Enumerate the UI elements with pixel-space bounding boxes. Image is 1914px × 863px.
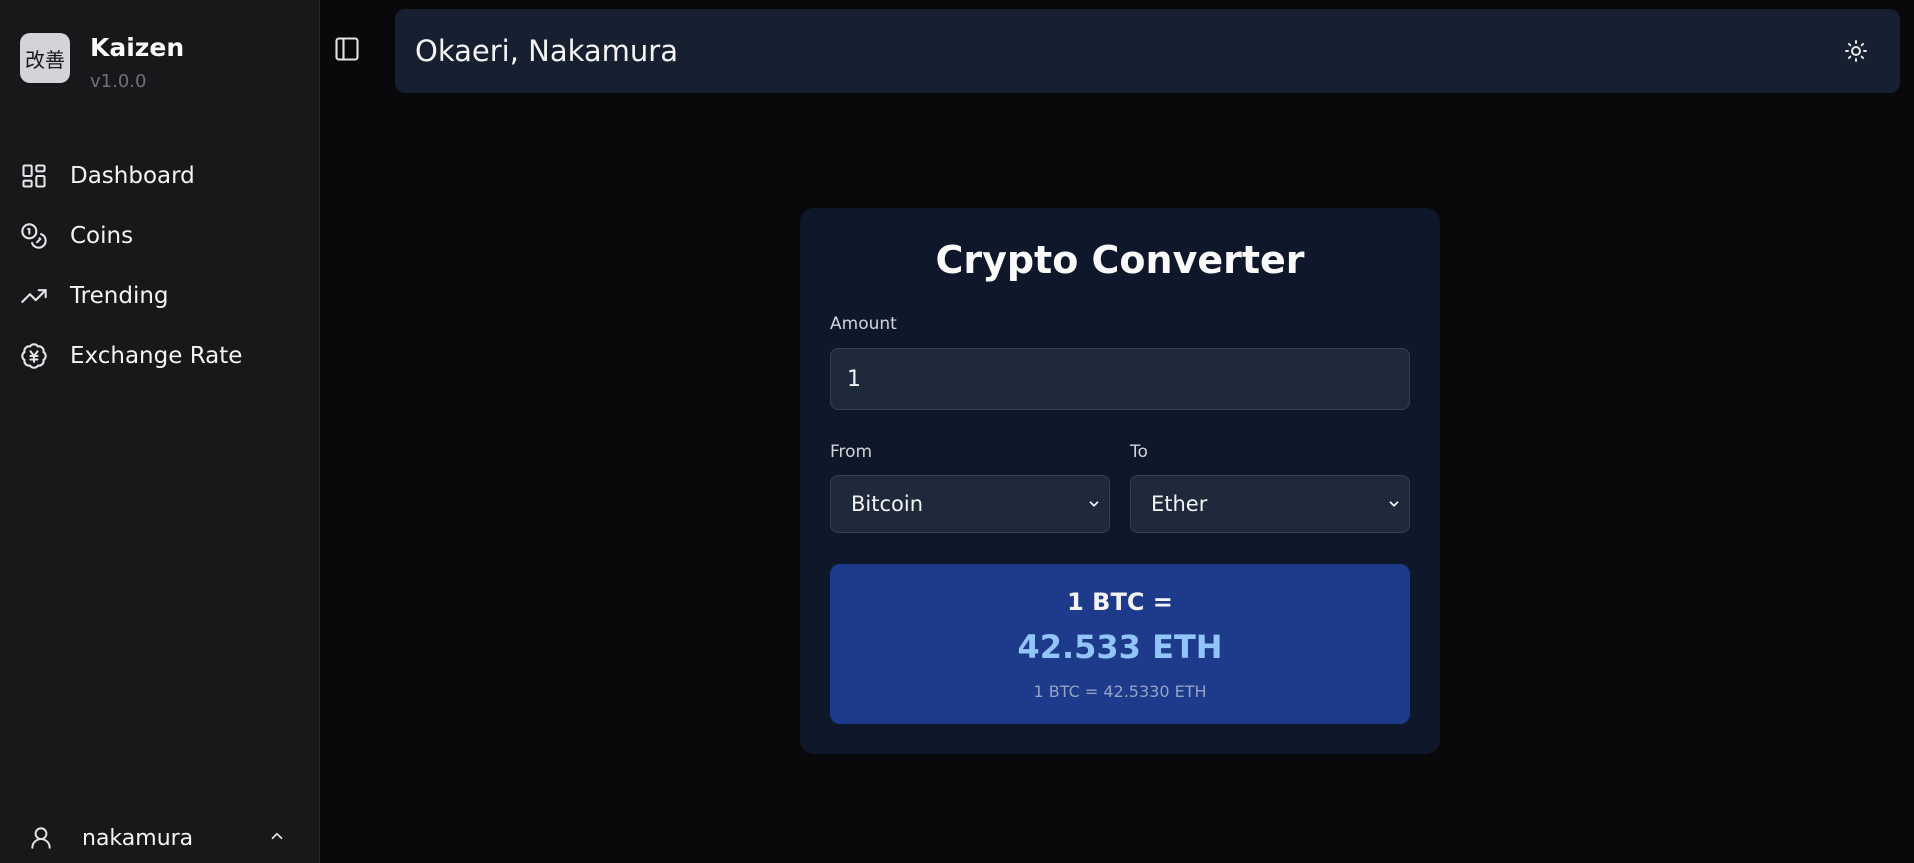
- nav-item-coins[interactable]: Coins: [0, 206, 320, 266]
- nav-label-trending: Trending: [70, 283, 169, 309]
- to-select[interactable]: Ether: [1130, 475, 1410, 533]
- trending-icon: [21, 289, 47, 303]
- result-value: 42.533 ETH: [1017, 628, 1223, 666]
- user-menu[interactable]: nakamura: [0, 813, 320, 863]
- nav-label-exchange-rate: Exchange Rate: [70, 343, 243, 369]
- sidebar-toggle-icon: [335, 37, 359, 61]
- sidebar-nav: Dashboard Coins Trending Exchange Rate: [0, 146, 320, 386]
- coins-icon: [21, 223, 47, 249]
- app-name: Kaizen: [90, 33, 185, 62]
- sidebar-toggle-button[interactable]: [332, 34, 362, 64]
- brand: 改善 Kaizen v1.0.0: [20, 33, 184, 93]
- yen-badge-icon: [21, 343, 47, 369]
- greeting-title: Okaeri, Nakamura: [415, 34, 678, 68]
- nav-item-exchange-rate[interactable]: Exchange Rate: [0, 326, 320, 386]
- converter-title: Crypto Converter: [935, 238, 1305, 282]
- chevron-down-icon: [1089, 501, 1099, 507]
- nav-label-dashboard: Dashboard: [70, 163, 195, 189]
- chevron-up-icon: [271, 832, 283, 840]
- nav-label-coins: Coins: [70, 223, 134, 249]
- user-name: nakamura: [82, 825, 194, 851]
- nav-item-trending[interactable]: Trending: [0, 266, 320, 326]
- to-select-value: Ether: [1151, 492, 1208, 516]
- app-logo: 改善: [20, 33, 70, 83]
- amount-input[interactable]: [830, 348, 1410, 410]
- amount-label: Amount: [830, 314, 897, 334]
- user-icon: [31, 827, 51, 849]
- sun-icon: [1845, 40, 1867, 62]
- conversion-result: 1 BTC = 42.533 ETH 1 BTC = 42.5330 ETH: [830, 564, 1410, 724]
- from-select[interactable]: Bitcoin: [830, 475, 1110, 533]
- converter-card: Crypto Converter Amount From Bitcoin To …: [800, 208, 1440, 754]
- result-rate-detail: 1 BTC = 42.5330 ETH: [1033, 682, 1207, 701]
- theme-toggle-button[interactable]: [1842, 37, 1870, 65]
- nav-item-dashboard[interactable]: Dashboard: [0, 146, 320, 206]
- to-label: To: [1130, 442, 1148, 462]
- sidebar: 改善 Kaizen v1.0.0 Dashboard Coins Trendin…: [0, 0, 320, 863]
- chevron-down-icon: [1389, 501, 1399, 507]
- brand-text: Kaizen v1.0.0: [90, 33, 184, 93]
- dashboard-icon: [22, 164, 46, 188]
- from-label: From: [830, 442, 873, 462]
- top-header: Okaeri, Nakamura: [395, 9, 1900, 93]
- from-select-value: Bitcoin: [851, 492, 924, 516]
- app-version: v1.0.0: [90, 71, 147, 92]
- result-base: 1 BTC =: [1067, 588, 1173, 616]
